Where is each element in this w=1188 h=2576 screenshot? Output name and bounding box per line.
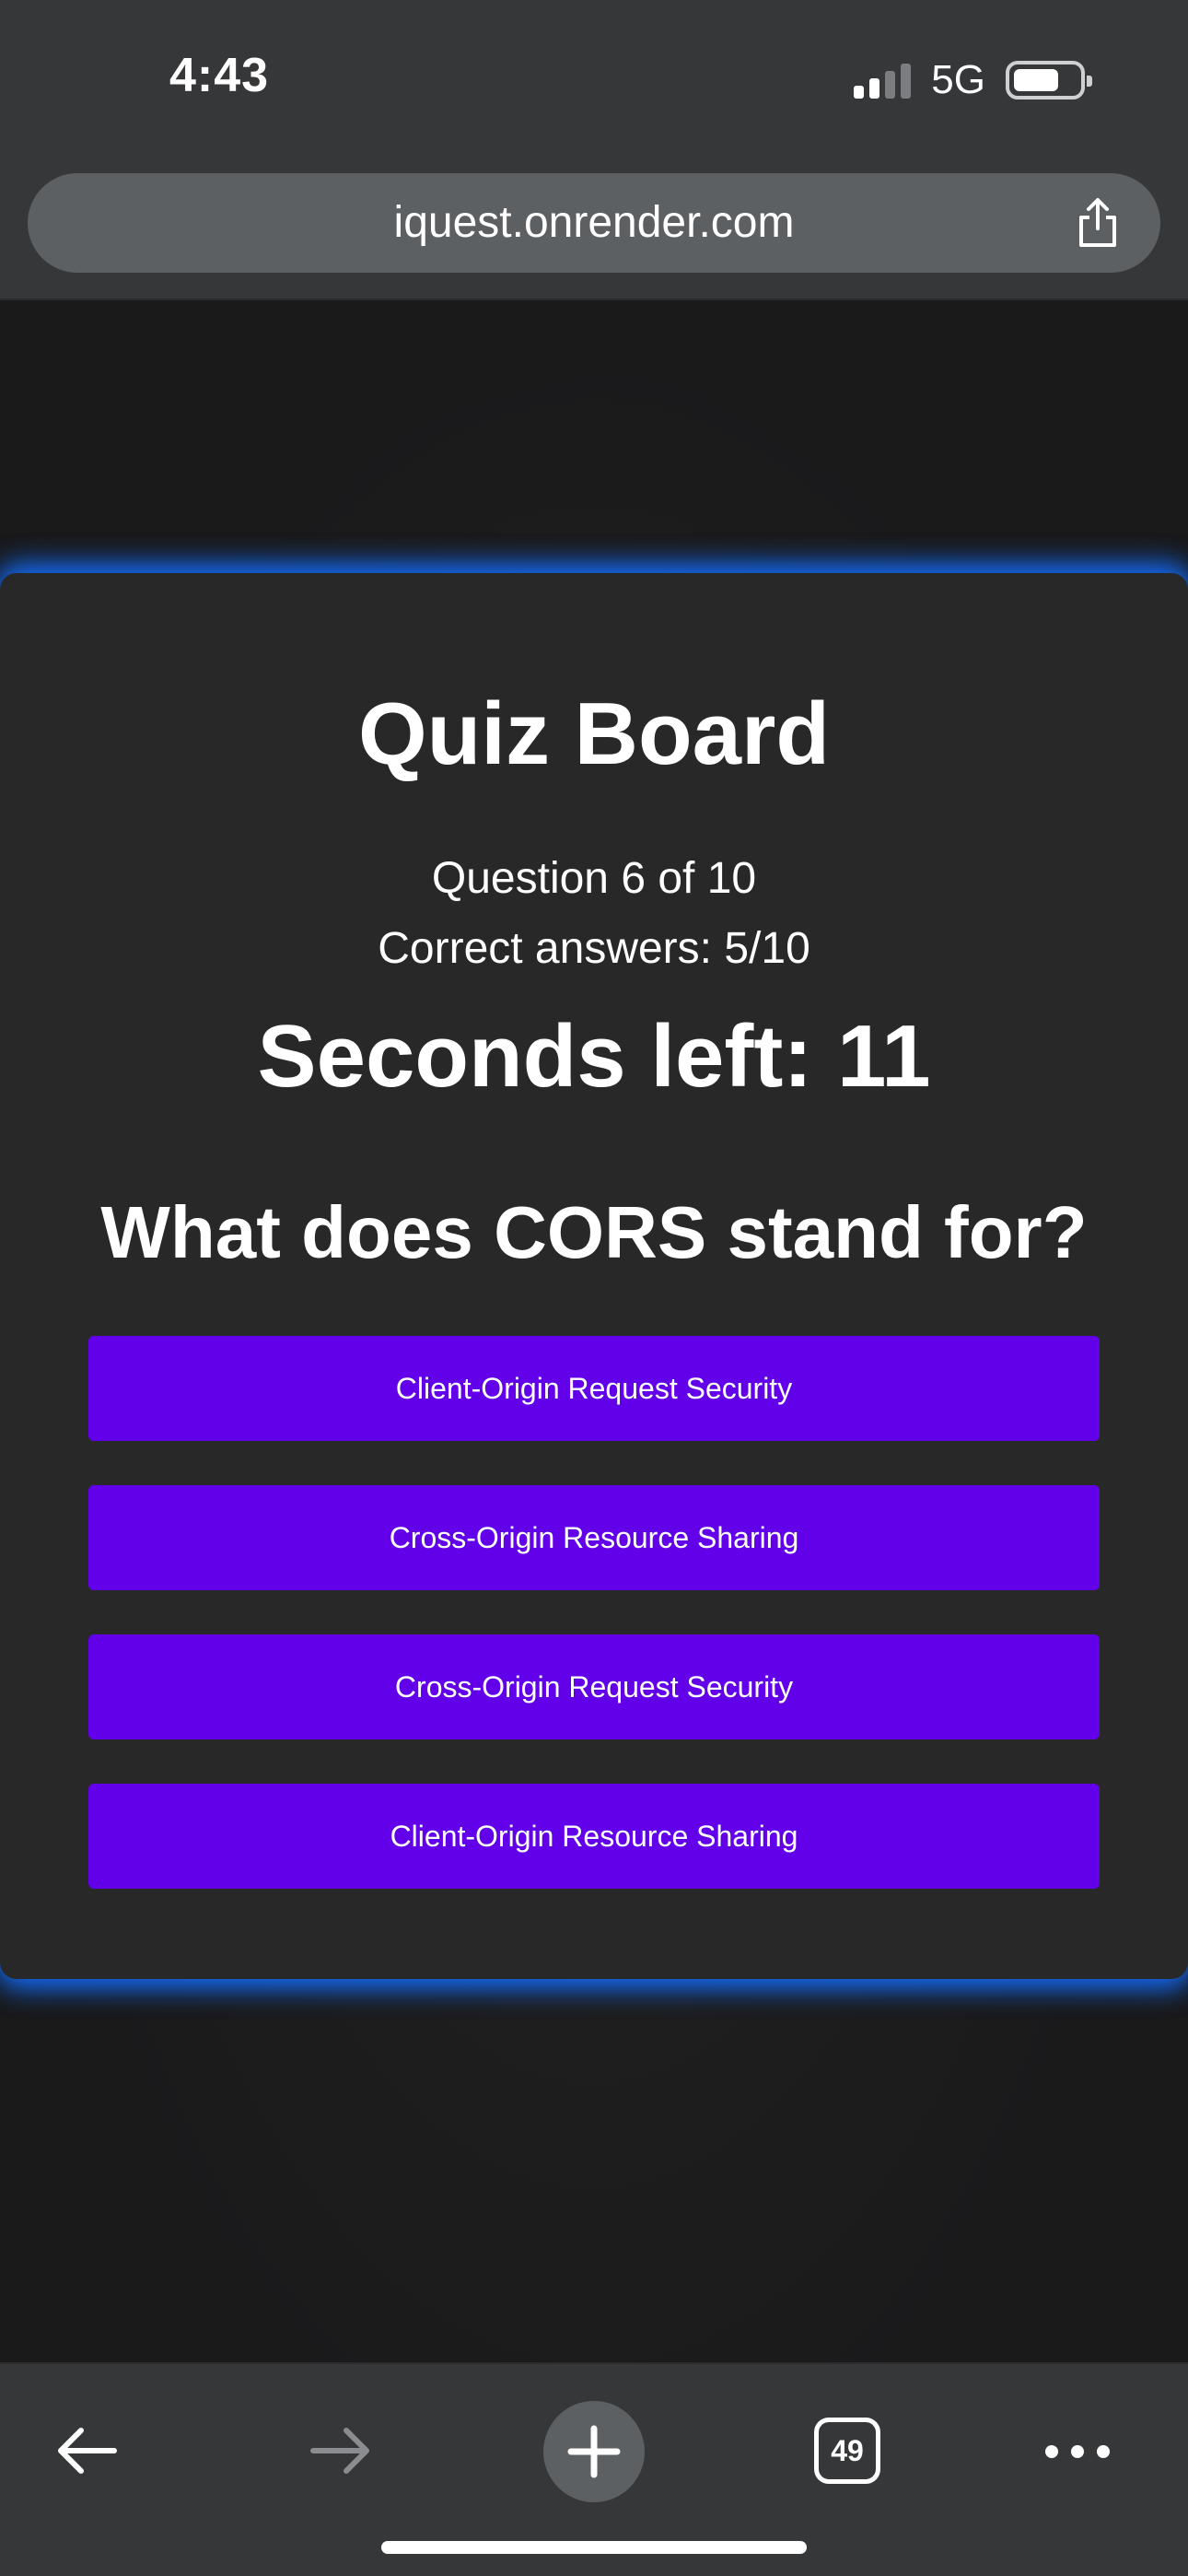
address-bar[interactable]: iquest.onrender.com [28, 173, 1160, 273]
share-icon[interactable] [1070, 195, 1125, 251]
more-icon[interactable] [1044, 2438, 1111, 2465]
answer-button[interactable]: Cross-Origin Request Security [88, 1634, 1100, 1739]
plus-icon [567, 2425, 621, 2478]
browser-top-bar: 4:43 5G iquest.onrender.com [0, 0, 1188, 300]
network-label: 5G [931, 57, 985, 102]
answer-list: Client-Origin Request Security Cross-Ori… [88, 1336, 1100, 1933]
answer-button[interactable]: Cross-Origin Resource Sharing [88, 1485, 1100, 1590]
tabs-icon[interactable]: 49 [814, 2418, 880, 2484]
correct-answers-count: Correct answers: 5/10 [378, 924, 810, 973]
quiz-card: Quiz Board Question 6 of 10 Correct answ… [0, 573, 1188, 1979]
new-tab-button[interactable] [543, 2401, 645, 2502]
status-time: 4:43 [169, 49, 270, 102]
quiz-title: Quiz Board [357, 685, 830, 783]
question-text: What does CORS stand for? [100, 1191, 1088, 1273]
status-indicators: 5G [854, 57, 1092, 103]
answer-button[interactable]: Client-Origin Resource Sharing [88, 1784, 1100, 1889]
battery-icon [1006, 61, 1092, 100]
home-indicator[interactable] [381, 2541, 807, 2554]
back-arrow-icon[interactable] [50, 2414, 123, 2488]
timer: Seconds left: 11 [257, 1007, 931, 1106]
signal-icon [854, 62, 912, 99]
answer-button[interactable]: Client-Origin Request Security [88, 1336, 1100, 1441]
forward-arrow-icon[interactable] [304, 2414, 378, 2488]
question-progress: Question 6 of 10 [431, 854, 757, 903]
url-text: iquest.onrender.com [393, 198, 795, 247]
